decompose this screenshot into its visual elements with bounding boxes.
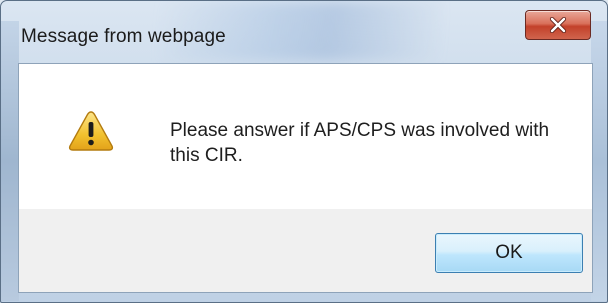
warning-icon [68,110,114,152]
window-frame-right [591,21,607,301]
dialog-window: Message from webpage Please answer if AP… [0,0,608,303]
message-area: Please answer if APS/CPS was involved wi… [19,64,592,209]
close-button[interactable] [525,10,591,40]
close-icon [549,17,567,33]
window-frame-left [1,21,19,301]
dialog-title: Message from webpage [21,26,226,47]
ok-button[interactable]: OK [435,233,583,273]
dialog-body: Please answer if APS/CPS was involved wi… [18,63,593,293]
dialog-message: Please answer if APS/CPS was involved wi… [170,120,550,166]
